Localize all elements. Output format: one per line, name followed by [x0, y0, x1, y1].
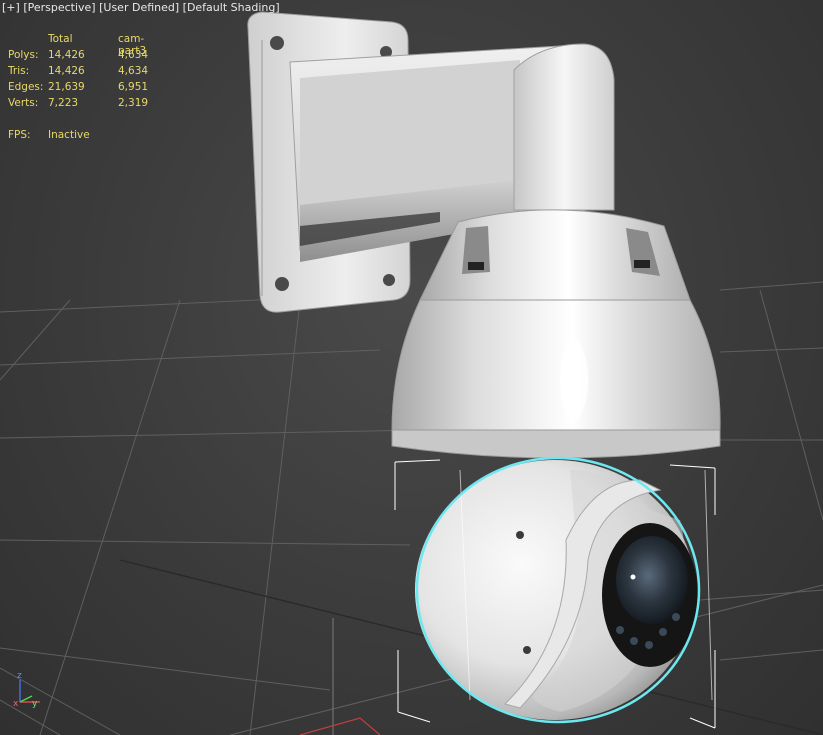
fps-value: Inactive: [48, 129, 90, 141]
stats-row-total: 14,426: [48, 49, 85, 61]
viewport-view-menu[interactable]: [Perspective]: [23, 1, 95, 14]
fps-label: FPS:: [8, 129, 31, 141]
viewport-plus-menu[interactable]: [+]: [2, 1, 20, 14]
scene-canvas[interactable]: z x y: [0, 0, 823, 735]
stats-row-label: Tris:: [8, 65, 30, 77]
stats-row-object: 4,634: [118, 65, 149, 77]
stats-row-label: Polys:: [8, 49, 39, 61]
3d-viewport[interactable]: z x y [+] [Perspective] [User Defined] […: [0, 0, 823, 735]
viewport-camera-menu[interactable]: [User Defined]: [99, 1, 179, 14]
stats-row-label: Verts:: [8, 97, 39, 109]
axis-gizmo: z x y: [13, 671, 40, 709]
stats-row-object: 4,634: [118, 49, 149, 61]
stats-header-total: Total: [48, 33, 73, 45]
viewport-label-menu: [+] [Perspective] [User Defined] [Defaul…: [2, 1, 280, 14]
stats-row-object: 2,319: [118, 97, 149, 109]
gizmo-z-label: z: [17, 671, 22, 681]
stats-row-total: 14,426: [48, 65, 85, 77]
stats-row-total: 21,639: [48, 81, 85, 93]
stats-row-object: 6,951: [118, 81, 149, 93]
stats-row-total: 7,223: [48, 97, 79, 109]
dome-housing: [391, 209, 721, 459]
viewport-shading-menu[interactable]: [Default Shading]: [183, 1, 280, 14]
gizmo-x-label: x: [13, 699, 19, 709]
gizmo-y-label: y: [32, 699, 38, 709]
stats-row-label: Edges:: [8, 81, 44, 93]
